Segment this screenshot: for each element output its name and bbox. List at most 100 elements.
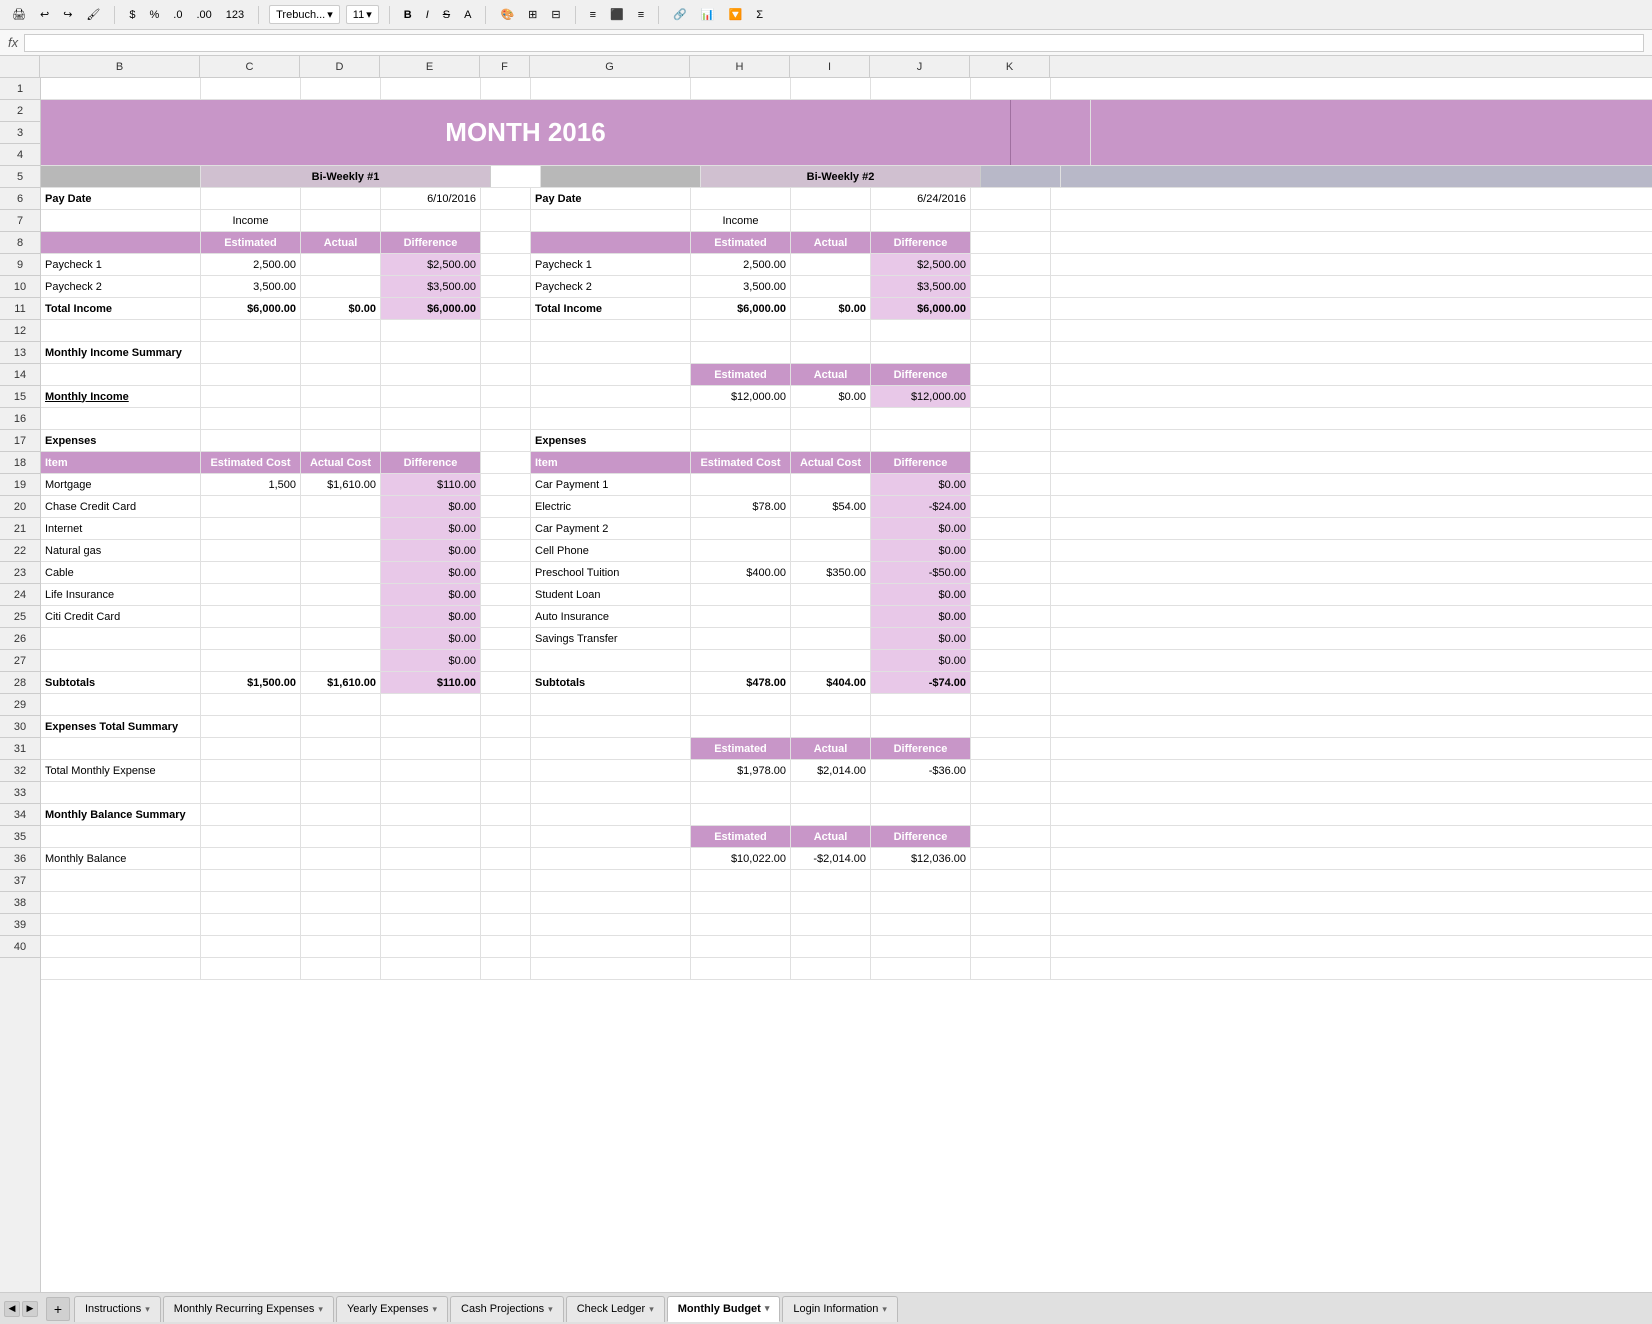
cell-g25[interactable]: Savings Transfer xyxy=(531,628,691,649)
highlight-btn[interactable]: 🎨 xyxy=(496,6,518,23)
cell-k25[interactable] xyxy=(971,628,1051,649)
align-left-btn[interactable]: ≡ xyxy=(586,7,600,23)
cell-k13[interactable] xyxy=(971,364,1051,385)
cell-b11[interactable] xyxy=(41,320,201,341)
row-5[interactable]: 5 xyxy=(0,166,40,188)
col-header-d[interactable]: D xyxy=(300,56,380,77)
cell-d34[interactable] xyxy=(301,826,381,847)
cell-k31[interactable] xyxy=(971,760,1051,781)
row-37[interactable]: 37 xyxy=(0,870,40,892)
cell-e27[interactable]: $110.00 xyxy=(381,672,481,693)
cell-i6[interactable] xyxy=(791,210,871,231)
cell-k24[interactable] xyxy=(971,606,1051,627)
cell-e10[interactable]: $6,000.00 xyxy=(381,298,481,319)
row-7[interactable]: 7 xyxy=(0,210,40,232)
cell-k2[interactable] xyxy=(1011,100,1091,165)
cell-d19[interactable] xyxy=(301,496,381,517)
cell-e13[interactable] xyxy=(381,364,481,385)
cell-e19[interactable]: $0.00 xyxy=(381,496,481,517)
cell-f33[interactable] xyxy=(481,804,531,825)
cell-g32[interactable] xyxy=(531,782,691,803)
cell-g19[interactable]: Electric xyxy=(531,496,691,517)
cell-d13[interactable] xyxy=(301,364,381,385)
cell-i19[interactable]: $54.00 xyxy=(791,496,871,517)
cell-i5[interactable] xyxy=(791,188,871,209)
cell-e30[interactable] xyxy=(381,738,481,759)
col-header-j[interactable]: J xyxy=(870,56,970,77)
cell-i32[interactable] xyxy=(791,782,871,803)
cell-c18[interactable]: 1,500 xyxy=(201,474,301,495)
cell-e26[interactable]: $0.00 xyxy=(381,650,481,671)
cell-g28[interactable] xyxy=(531,694,691,715)
row-34[interactable]: 34 xyxy=(0,804,40,826)
decimal1-btn[interactable]: .0 xyxy=(169,7,186,23)
cell-d22[interactable] xyxy=(301,562,381,583)
cell-i15[interactable] xyxy=(791,408,871,429)
cell-e9[interactable]: $3,500.00 xyxy=(381,276,481,297)
row-19[interactable]: 19 xyxy=(0,474,40,496)
cell-c13[interactable] xyxy=(201,364,301,385)
cell-e16[interactable] xyxy=(381,430,481,451)
cell-d28[interactable] xyxy=(301,694,381,715)
cell-i10[interactable]: $0.00 xyxy=(791,298,871,319)
tab-monthly-budget-dropdown[interactable]: ▾ xyxy=(765,1303,770,1314)
cell-c1[interactable] xyxy=(201,78,301,99)
cell-f4[interactable] xyxy=(491,166,541,187)
cell-e22[interactable]: $0.00 xyxy=(381,562,481,583)
cell-j1[interactable] xyxy=(871,78,971,99)
cell-d33[interactable] xyxy=(301,804,381,825)
row-21[interactable]: 21 xyxy=(0,518,40,540)
cell-c24[interactable] xyxy=(201,606,301,627)
cell-i1[interactable] xyxy=(791,78,871,99)
cell-c35[interactable] xyxy=(201,848,301,869)
tab-yearly-expenses-dropdown[interactable]: ▾ xyxy=(432,1304,437,1315)
col-header-b[interactable]: B xyxy=(40,56,200,77)
row-28[interactable]: 28 xyxy=(0,672,40,694)
cell-c28[interactable] xyxy=(201,694,301,715)
cell-k11[interactable] xyxy=(971,320,1051,341)
cell-h5[interactable] xyxy=(691,188,791,209)
strikethrough-btn[interactable]: S xyxy=(439,7,454,23)
row-20[interactable]: 20 xyxy=(0,496,40,518)
decimal2-btn[interactable]: .00 xyxy=(192,7,215,23)
cell-g6[interactable] xyxy=(531,210,691,231)
cell-i22[interactable]: $350.00 xyxy=(791,562,871,583)
cell-g5-paydate[interactable]: Pay Date xyxy=(531,188,691,209)
cell-d11[interactable] xyxy=(301,320,381,341)
cell-h31[interactable]: $1,978.00 xyxy=(691,760,791,781)
cell-c25[interactable] xyxy=(201,628,301,649)
cell-b25[interactable] xyxy=(41,628,201,649)
cell-c5[interactable] xyxy=(201,188,301,209)
cell-i8[interactable] xyxy=(791,254,871,275)
cell-g13[interactable] xyxy=(531,364,691,385)
cell-d16[interactable] xyxy=(301,430,381,451)
cell-d26[interactable] xyxy=(301,650,381,671)
cell-f26[interactable] xyxy=(481,650,531,671)
borders-btn[interactable]: ⊞ xyxy=(524,6,541,23)
cell-f22[interactable] xyxy=(481,562,531,583)
cell-g33[interactable] xyxy=(531,804,691,825)
row-25[interactable]: 25 xyxy=(0,606,40,628)
cell-d30[interactable] xyxy=(301,738,381,759)
cell-k12[interactable] xyxy=(971,342,1051,363)
cell-f19[interactable] xyxy=(481,496,531,517)
cell-g18[interactable]: Car Payment 1 xyxy=(531,474,691,495)
cell-k35[interactable] xyxy=(971,848,1051,869)
cell-b18[interactable]: Mortgage xyxy=(41,474,201,495)
cell-d35[interactable] xyxy=(301,848,381,869)
cell-e24[interactable]: $0.00 xyxy=(381,606,481,627)
cell-h35[interactable]: $10,022.00 xyxy=(691,848,791,869)
cell-c8[interactable]: 2,500.00 xyxy=(201,254,301,275)
cell-c32[interactable] xyxy=(201,782,301,803)
cell-f21[interactable] xyxy=(481,540,531,561)
cell-g20[interactable]: Car Payment 2 xyxy=(531,518,691,539)
row-23[interactable]: 23 xyxy=(0,562,40,584)
cell-b31[interactable]: Total Monthly Expense xyxy=(41,760,201,781)
row-1[interactable]: 1 xyxy=(0,78,40,100)
cell-i26[interactable] xyxy=(791,650,871,671)
cell-d27[interactable]: $1,610.00 xyxy=(301,672,381,693)
cell-k26[interactable] xyxy=(971,650,1051,671)
cell-j21[interactable]: $0.00 xyxy=(871,540,971,561)
cell-b32[interactable] xyxy=(41,782,201,803)
cell-h12[interactable] xyxy=(691,342,791,363)
